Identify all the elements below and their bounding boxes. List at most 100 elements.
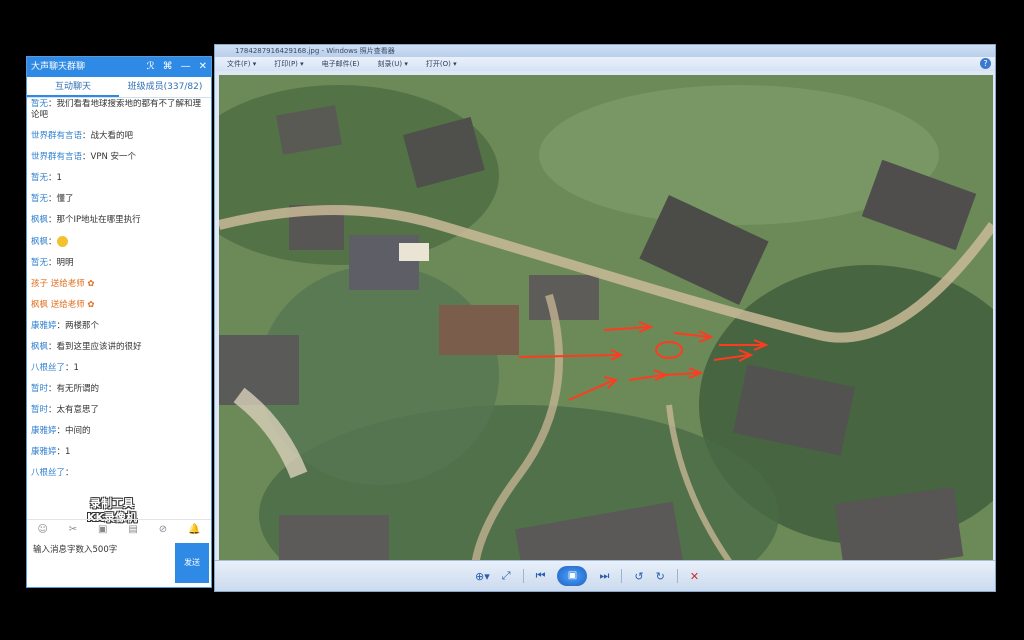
chat-message-author[interactable]: 暂无: [31, 258, 48, 268]
chat-message-text: ：1: [48, 173, 62, 183]
chat-message: 世界群有言语：VPN 安一个: [31, 152, 205, 163]
chat-message-text: ：太有意思了: [48, 405, 100, 415]
chat-message-author[interactable]: 世界群有言语: [31, 152, 82, 162]
chat-message: 八根丝了：: [31, 468, 205, 479]
doc-icon[interactable]: ▤: [128, 524, 137, 535]
chat-message: 枫枫：看到这里应该讲的很好: [31, 342, 205, 353]
rotate-cw-icon[interactable]: ↻: [656, 570, 665, 583]
chat-message-text: ：有无所谓的: [48, 384, 100, 394]
chat-message: 八根丝了：1: [31, 363, 205, 374]
chat-message-text: ：1: [65, 363, 79, 373]
chat-message-author[interactable]: 孩子 送给老师: [31, 279, 85, 289]
chat-message-author[interactable]: 康雅婷: [31, 426, 57, 436]
send-button[interactable]: 发送: [175, 543, 209, 583]
viewer-menubar: 文件(F) ▾ 打印(P) ▾ 电子邮件(E) 刻录(U) ▾ 打开(O) ▾ …: [215, 57, 995, 71]
screen: 大声聊天群聊 ℛ ⌘ — ✕ 互动聊天 班级成员(337/82) 暂无：我们看看…: [0, 0, 1024, 640]
chat-message: 暂时：有无所谓的: [31, 384, 205, 395]
image-icon[interactable]: ▣: [98, 524, 107, 535]
chat-message-text: ：我们看看地球搜索地的都有不了解和理论吧: [31, 99, 202, 120]
chat-message-text: ：1: [56, 447, 71, 457]
chat-message: 世界群有言语：战大看的吧: [31, 131, 205, 142]
menu-print[interactable]: 打印(P) ▾: [274, 59, 303, 69]
chat-message-text: ：: [65, 468, 74, 478]
previous-icon[interactable]: ⏮: [536, 569, 546, 583]
next-icon[interactable]: ⏭: [599, 569, 609, 583]
chat-message-text: ：明明: [48, 258, 74, 268]
message-list: 暂无：我们看看地球搜索地的都有不了解和理论吧 世界群有言语：战大看的吧 世界群有言语…: [31, 99, 205, 519]
chat-message: 枫枫 送给老师 ✿: [31, 300, 205, 311]
viewer-bottom-toolbar: ⊕▾ ⤢ ⏮ ▣ ⏭ ↺ ↻ ✕: [215, 560, 995, 591]
chat-message-author[interactable]: 暂时: [31, 384, 48, 394]
rotate-ccw-icon[interactable]: ↺: [634, 570, 643, 583]
menu-email[interactable]: 电子邮件(E): [322, 59, 360, 69]
chat-message: 孩子 送给老师 ✿: [31, 279, 205, 290]
chat-toolbar: ☺ ✂ ▣ ▤ ⊘ 🔔: [27, 519, 211, 538]
chat-message-text: ：: [48, 237, 57, 247]
chat-window-controls: ℛ ⌘ — ✕: [147, 57, 207, 77]
chat-message-text: ：两楼那个: [56, 321, 100, 331]
tab-interactive-chat[interactable]: 互动聊天: [27, 77, 119, 97]
scissors-icon[interactable]: ✂: [69, 524, 77, 535]
chat-message: 枫枫：那个IP地址在哪里执行: [31, 215, 205, 226]
chat-message-author[interactable]: 枫枫: [31, 215, 48, 225]
chat-message: 康雅婷：两楼那个: [31, 321, 205, 332]
settings-icon[interactable]: ⌘: [163, 57, 173, 77]
chat-message-author[interactable]: 枫枫: [31, 237, 48, 247]
skin-icon[interactable]: ℛ: [147, 57, 155, 77]
chat-message-author[interactable]: 暂时: [31, 405, 48, 415]
chat-message-author[interactable]: 八根丝了: [31, 363, 65, 373]
tab-class-members[interactable]: 班级成员(337/82): [119, 77, 211, 97]
help-icon[interactable]: ?: [980, 58, 991, 69]
bell-icon[interactable]: 🔔: [188, 524, 200, 535]
viewer-nav: ⊕▾ ⤢ ⏮ ▣ ⏭ ↺ ↻ ✕: [475, 566, 699, 586]
zoom-icon[interactable]: ⊕▾: [475, 570, 490, 583]
chat-message-text: ：中间的: [56, 426, 91, 436]
minimize-button[interactable]: —: [181, 57, 191, 77]
fit-window-icon[interactable]: ⤢: [502, 569, 511, 583]
chat-message-author[interactable]: 暂无: [31, 99, 48, 109]
chat-message-author[interactable]: 康雅婷: [31, 321, 57, 331]
chat-message-author[interactable]: 八根丝了: [31, 468, 65, 478]
smile-icon[interactable]: ☺: [37, 524, 47, 535]
flower-gift-icon: ✿: [84, 300, 95, 310]
satellite-photo: [219, 75, 993, 591]
chat-message: 枫枫：: [31, 236, 205, 248]
chat-message-author[interactable]: 枫枫: [31, 342, 48, 352]
chat-message-text: ：看到这里应该讲的很好: [48, 342, 142, 352]
chat-tabs: 互动聊天 班级成员(337/82): [27, 77, 211, 98]
photo-viewer-window: 1784287916429168.jpg - Windows 照片查看器 文件(…: [214, 44, 996, 592]
menu-burn[interactable]: 刻录(U) ▾: [378, 59, 408, 69]
chat-title-bar: 大声聊天群聊 ℛ ⌘ — ✕: [27, 57, 211, 77]
chat-input[interactable]: 输入消息字数入500字: [29, 539, 171, 581]
chat-message-text: ：那个IP地址在哪里执行: [48, 215, 141, 225]
chat-message-author[interactable]: 暂无: [31, 173, 48, 183]
divider: [621, 569, 623, 583]
chat-message-author[interactable]: 康雅婷: [31, 447, 57, 457]
menu-open[interactable]: 打开(O) ▾: [426, 59, 457, 69]
chat-panel: 大声聊天群聊 ℛ ⌘ — ✕ 互动聊天 班级成员(337/82) 暂无：我们看看…: [26, 56, 212, 588]
delete-icon[interactable]: ✕: [690, 570, 699, 583]
chat-title: 大声聊天群聊: [31, 62, 86, 72]
chat-message: 暂时：太有意思了: [31, 405, 205, 416]
divider: [676, 569, 678, 583]
watermark-line-1: 录制工具: [90, 497, 135, 510]
ban-icon[interactable]: ⊘: [159, 524, 167, 535]
chat-message-author[interactable]: 世界群有言语: [31, 131, 82, 141]
chat-message-text: ：VPN 安一个: [82, 152, 137, 162]
chat-message-text: ：懂了: [48, 194, 74, 204]
chat-message-author[interactable]: 暂无: [31, 194, 48, 204]
chat-message: 暂无：懂了: [31, 194, 205, 205]
satellite-image: [219, 75, 993, 591]
chat-message: 暂无：我们看看地球搜索地的都有不了解和理论吧: [31, 99, 205, 121]
viewer-titlebar: 1784287916429168.jpg - Windows 照片查看器: [215, 45, 995, 57]
chat-message: 康雅婷：1: [31, 447, 205, 458]
chat-message: 暂无：明明: [31, 258, 205, 269]
flower-gift-icon: ✿: [84, 279, 95, 289]
chat-message-author[interactable]: 枫枫 送给老师: [31, 300, 85, 310]
divider: [522, 569, 524, 583]
chat-message: 暂无：1: [31, 173, 205, 184]
close-button[interactable]: ✕: [199, 57, 207, 77]
emoji-icon: [56, 236, 68, 247]
slideshow-button[interactable]: ▣: [557, 566, 588, 586]
menu-file[interactable]: 文件(F) ▾: [227, 59, 256, 69]
